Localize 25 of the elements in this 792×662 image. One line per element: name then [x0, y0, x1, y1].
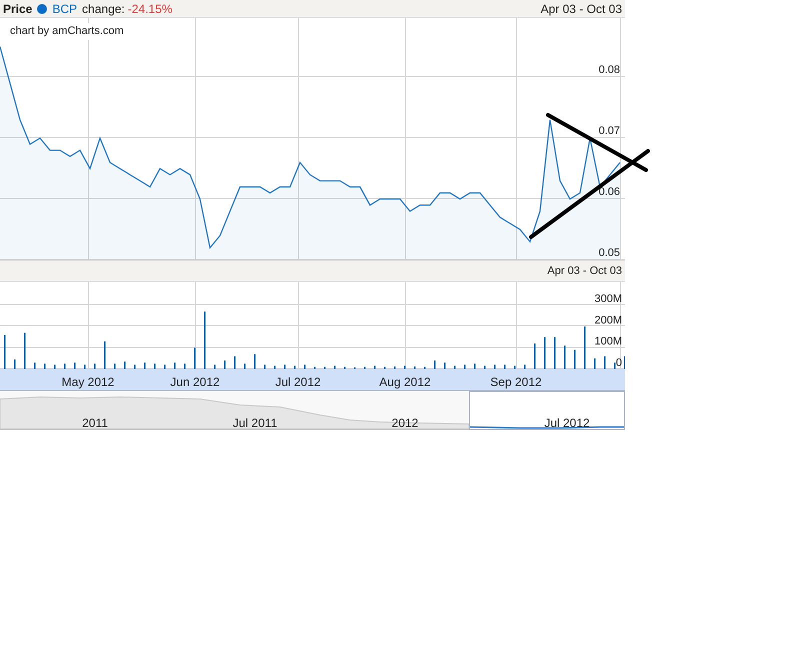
change-value: -24.15% [128, 0, 172, 18]
timeline-label: 2011 [82, 415, 108, 432]
timeline-label: Jul 2012 [544, 415, 590, 432]
axis-label: 200M [594, 314, 622, 326]
axis-label: 300M [594, 293, 622, 306]
axis-label: 0 [616, 357, 622, 369]
scroll-selection[interactable] [469, 391, 625, 430]
panel-title: Price [3, 0, 32, 18]
date-range: Apr 03 - Oct 03 [540, 0, 622, 18]
month-label: Sep 2012 [490, 374, 542, 391]
timeline-label: Jul 2011 [232, 415, 278, 432]
date-range: Apr 03 - Oct 03 [547, 264, 622, 278]
chart-credit: chart by amCharts.com [10, 23, 124, 40]
axis-label: 0.05 [598, 247, 620, 259]
legend-label: BCP [52, 0, 78, 18]
change-label: change: [82, 0, 125, 18]
axis-label: 0.07 [598, 125, 620, 138]
axis-label: 0.08 [598, 64, 620, 76]
month-label: May 2012 [62, 374, 114, 391]
month-label: Jul 2012 [275, 374, 321, 391]
axis-label: 100M [594, 336, 622, 348]
axis-label: 0.06 [598, 186, 620, 198]
timeline-label: 2012 [392, 415, 418, 432]
month-label: Jun 2012 [170, 374, 220, 391]
month-label: Aug 2012 [379, 374, 431, 391]
